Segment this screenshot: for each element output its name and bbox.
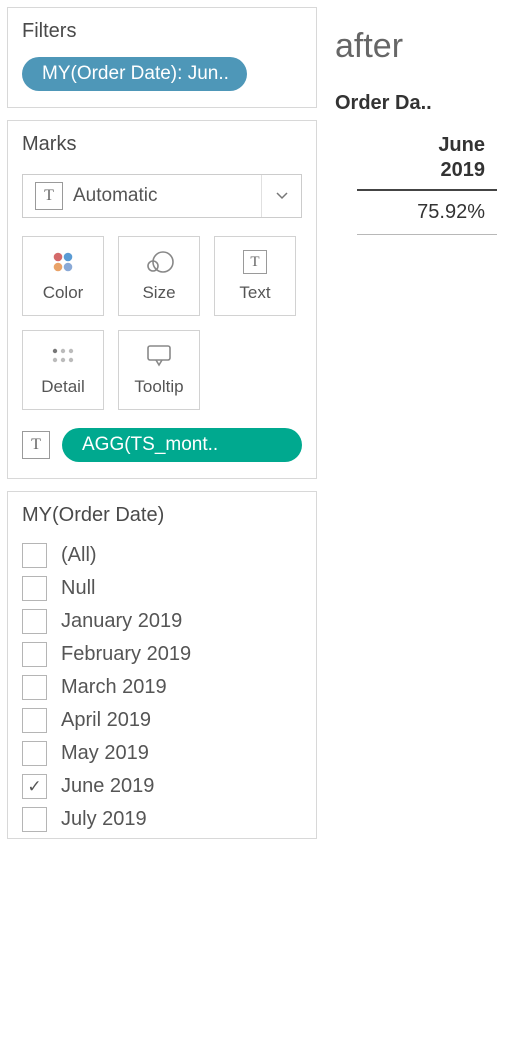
filter-checkbox[interactable] (22, 675, 47, 700)
column-field-header: Order Da.. (331, 92, 501, 115)
filter-checkbox[interactable] (22, 708, 47, 733)
filters-title: Filters (22, 20, 302, 43)
column-header-line1: June (357, 133, 485, 158)
filter-field-title: MY(Order Date) (22, 504, 302, 527)
filter-item-label: January 2019 (61, 610, 182, 633)
marks-shelves: Color Size T Text (22, 236, 302, 410)
tooltip-shelf-button[interactable]: Tooltip (118, 330, 200, 410)
filter-checkbox[interactable] (22, 774, 47, 799)
text-mark-indicator-icon[interactable]: T (22, 431, 50, 459)
size-shelf-label: Size (142, 283, 175, 303)
agg-pill[interactable]: AGG(TS_mont.. (62, 428, 302, 462)
filters-shelf: Filters MY(Order Date): Jun.. (7, 7, 317, 108)
filter-item[interactable]: March 2019 (22, 675, 302, 700)
filter-checkbox[interactable] (22, 609, 47, 634)
filter-item[interactable]: Null (22, 576, 302, 601)
filter-item[interactable]: January 2019 (22, 609, 302, 634)
filter-item-label: May 2019 (61, 742, 149, 765)
filter-item[interactable]: (All) (22, 543, 302, 568)
filter-item-label: February 2019 (61, 643, 191, 666)
filter-item-label: April 2019 (61, 709, 151, 732)
worksheet-view: after Order Da.. June 2019 75.92% (331, 7, 501, 1031)
filter-pill-order-date[interactable]: MY(Order Date): Jun.. (22, 57, 247, 91)
marks-pill-row: T AGG(TS_mont.. (22, 428, 302, 462)
column-header-line2: 2019 (357, 158, 485, 183)
marktype-label: Automatic (73, 185, 157, 207)
size-shelf-button[interactable]: Size (118, 236, 200, 316)
filter-pill-label: MY(Order Date): Jun.. (42, 63, 229, 85)
filter-item-label: Null (61, 577, 95, 600)
filter-item[interactable]: July 2019 (22, 807, 302, 832)
marks-card: Marks T Automatic (7, 120, 317, 479)
filter-item-label: (All) (61, 544, 97, 567)
color-dots-icon (50, 249, 76, 275)
agg-pill-label: AGG(TS_mont.. (82, 434, 218, 456)
chevron-down-icon (276, 192, 288, 200)
text-shelf-button[interactable]: T Text (214, 236, 296, 316)
color-shelf-label: Color (43, 283, 84, 303)
data-table: June 2019 75.92% (357, 133, 497, 235)
filter-item-label: July 2019 (61, 808, 147, 831)
text-shelf-label: Text (239, 283, 270, 303)
filter-checkbox[interactable] (22, 543, 47, 568)
marktype-display: T Automatic (23, 175, 261, 217)
filter-checkbox[interactable] (22, 642, 47, 667)
detail-icon (50, 343, 76, 369)
detail-shelf-label: Detail (41, 377, 84, 397)
marktype-caret[interactable] (261, 175, 301, 217)
filter-item[interactable]: June 2019 (22, 774, 302, 799)
filter-item[interactable]: February 2019 (22, 642, 302, 667)
sheet-title: after (331, 27, 501, 66)
text-shelf-icon: T (243, 249, 267, 275)
tooltip-shelf-label: Tooltip (134, 377, 183, 397)
filter-values-list: (All) Null January 2019 February 2019 March … (22, 543, 302, 832)
filter-item-label: June 2019 (61, 775, 154, 798)
filter-values-card: MY(Order Date) (All) Null January 2019 Febr… (7, 491, 317, 839)
detail-shelf-button[interactable]: Detail (22, 330, 104, 410)
filter-checkbox[interactable] (22, 807, 47, 832)
marks-title: Marks (22, 133, 302, 156)
filter-item[interactable]: May 2019 (22, 741, 302, 766)
filter-checkbox[interactable] (22, 576, 47, 601)
filter-checkbox[interactable] (22, 741, 47, 766)
filter-item[interactable]: April 2019 (22, 708, 302, 733)
text-type-icon: T (35, 182, 63, 210)
marktype-dropdown[interactable]: T Automatic (22, 174, 302, 218)
color-shelf-button[interactable]: Color (22, 236, 104, 316)
size-icon (144, 249, 174, 275)
column-header-cell[interactable]: June 2019 (357, 133, 497, 191)
tooltip-icon (146, 343, 172, 369)
filter-item-label: March 2019 (61, 676, 167, 699)
data-cell[interactable]: 75.92% (357, 191, 497, 235)
